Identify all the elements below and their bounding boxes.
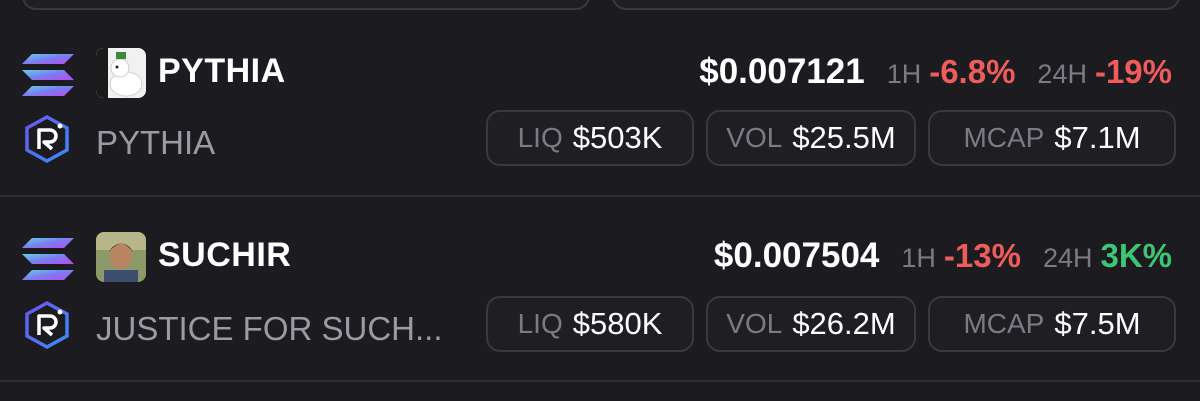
liquidity-label: LIQ	[517, 122, 563, 153]
liquidity-pill: LIQ $580K	[486, 296, 694, 352]
row-divider	[0, 195, 1200, 197]
price-line: $0.007504 1H -13% 24H 3K%	[714, 236, 1172, 276]
change-1h-label: 1H	[886, 59, 922, 89]
liquidity-value: $580K	[572, 306, 663, 341]
price-line: $0.007121 1H -6.8% 24H -19%	[699, 52, 1172, 92]
token-name: JUSTICE FOR SUCH...	[96, 310, 443, 347]
stats-pills: LIQ $580K VOL $26.2M MCAP $7.5M	[486, 296, 1176, 352]
liquidity-value: $503K	[572, 120, 663, 155]
change-1h-value: -6.8%	[929, 53, 1016, 90]
volume-label: VOL	[726, 308, 783, 339]
volume-pill: VOL $26.2M	[706, 296, 916, 352]
market-cap-label: MCAP	[963, 122, 1045, 153]
market-cap-pill: MCAP $7.1M	[928, 110, 1176, 166]
token-price: $0.007121	[699, 52, 865, 91]
raydium-icon	[25, 115, 69, 163]
change-1h-label: 1H	[901, 243, 936, 273]
volume-value: $26.2M	[792, 306, 896, 341]
change-24h-label: 24H	[1037, 59, 1087, 89]
token-name: PYTHIA	[96, 124, 216, 161]
token-price: $0.007504	[713, 236, 880, 275]
top-filter-right[interactable]	[612, 0, 1180, 10]
volume-label: VOL	[726, 122, 783, 153]
token-avatar	[96, 232, 146, 282]
token-symbol: SUCHIR	[158, 236, 292, 274]
market-cap-pill: MCAP $7.5M	[928, 296, 1176, 352]
solana-icon	[22, 54, 74, 96]
stats-pills: LIQ $503K VOL $25.5M MCAP $7.1M	[486, 110, 1176, 166]
change-1h-value: -13%	[943, 237, 1021, 274]
row-divider	[0, 380, 1200, 382]
solana-icon	[22, 238, 74, 280]
volume-pill: VOL $25.5M	[706, 110, 916, 166]
liquidity-pill: LIQ $503K	[486, 110, 694, 166]
token-row-pythia[interactable]: PYTHIA $0.007121 1H -6.8% 24H -19% PYTHI…	[0, 28, 1200, 208]
change-24h-label: 24H	[1042, 243, 1093, 273]
raydium-icon	[25, 301, 69, 349]
market-cap-value: $7.5M	[1054, 306, 1141, 341]
token-row-suchir[interactable]: SUCHIR $0.007504 1H -13% 24H 3K% JUSTICE…	[0, 212, 1200, 392]
change-24h-value: 3K%	[1100, 237, 1172, 274]
market-cap-label: MCAP	[963, 308, 1045, 339]
change-24h-value: -19%	[1094, 53, 1172, 90]
volume-value: $25.5M	[792, 120, 896, 155]
top-filter-left[interactable]	[22, 0, 590, 10]
token-avatar	[96, 48, 146, 98]
liquidity-label: LIQ	[517, 308, 563, 339]
token-symbol: PYTHIA	[158, 52, 286, 90]
market-cap-value: $7.1M	[1054, 120, 1141, 155]
